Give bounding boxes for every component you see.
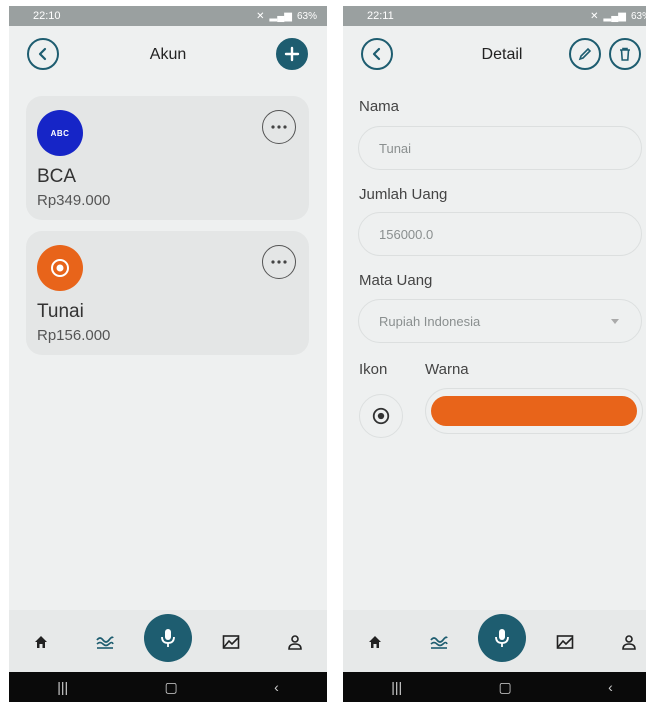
- nav-waves[interactable]: [427, 630, 451, 654]
- name-field[interactable]: Tunai: [358, 126, 642, 170]
- icon-picker[interactable]: [359, 394, 403, 438]
- name-label: Nama: [359, 98, 400, 115]
- chart-icon: [556, 635, 574, 649]
- home-system-button[interactable]: ▢: [499, 679, 512, 696]
- signal-icon: ▂▄▆: [603, 10, 626, 22]
- status-icons: ✕ ▂▄▆ 63%: [256, 11, 317, 22]
- status-time: 22:10: [33, 10, 61, 22]
- edit-button[interactable]: [569, 38, 601, 70]
- home-system-button[interactable]: ▢: [165, 679, 178, 696]
- account-card-tunai[interactable]: Tunai Rp156.000: [26, 231, 309, 355]
- name-value: Tunai: [379, 140, 412, 156]
- recents-button[interactable]: |||: [57, 679, 68, 695]
- color-label: Warna: [425, 361, 469, 378]
- coin-icon: [372, 407, 390, 425]
- nav-home[interactable]: [363, 630, 387, 654]
- account-balance: Rp349.000: [37, 192, 111, 209]
- battery-level: 63%: [630, 10, 646, 22]
- chevron-down-icon: [611, 318, 619, 324]
- currency-select[interactable]: Rupiah Indonesia: [358, 299, 642, 343]
- status-bar: 22:10 ✕ ▂▄▆ 63%: [9, 6, 327, 26]
- system-nav-bar: ||| ▢ ‹: [9, 672, 327, 702]
- amount-field[interactable]: 156000.0: [358, 212, 642, 256]
- ellipsis-icon: [271, 260, 287, 264]
- back-system-button[interactable]: ‹: [274, 679, 279, 695]
- mute-icon: ✕: [590, 10, 599, 22]
- trash-icon: [620, 47, 630, 61]
- battery-level: 63%: [296, 10, 317, 22]
- bottom-nav: [9, 610, 327, 672]
- account-name: BCA: [37, 166, 77, 187]
- delete-button[interactable]: [609, 38, 641, 70]
- status-icons: ✕ ▂▄▆ 63%: [590, 11, 646, 22]
- account-balance: Rp156.000: [37, 327, 111, 344]
- signal-icon: ▂▄▆: [269, 10, 292, 22]
- amount-label: Jumlah Uang: [359, 186, 448, 203]
- back-system-button[interactable]: ‹: [608, 679, 613, 695]
- app-header: Detail: [343, 34, 646, 78]
- accounts-screen: 22:10 ✕ ▂▄▆ 63% Akun ABC BCA Rp349.000 T…: [9, 6, 327, 702]
- chart-icon: [222, 635, 240, 649]
- nav-profile[interactable]: [617, 630, 641, 654]
- coin-icon: [37, 245, 83, 291]
- system-nav-bar: ||| ▢ ‹: [343, 672, 646, 702]
- nav-chart[interactable]: [553, 630, 577, 654]
- currency-value: Rupiah Indonesia: [379, 313, 481, 329]
- account-name: Tunai: [37, 301, 84, 322]
- more-options-button[interactable]: [262, 110, 296, 144]
- bottom-nav: [343, 610, 646, 672]
- nav-chart[interactable]: [219, 630, 243, 654]
- app-header: Akun: [9, 34, 327, 78]
- more-options-button[interactable]: [262, 245, 296, 279]
- home-icon: [35, 636, 47, 648]
- voice-input-button[interactable]: [478, 614, 526, 662]
- plus-icon: [284, 46, 300, 62]
- amount-value: 156000.0: [379, 226, 434, 242]
- add-account-button[interactable]: [276, 38, 308, 70]
- status-time: 22:11: [367, 10, 394, 22]
- waves-icon: [96, 636, 114, 649]
- nav-home[interactable]: [29, 630, 53, 654]
- mic-icon: [161, 629, 175, 647]
- pencil-icon: [578, 47, 592, 61]
- recents-button[interactable]: |||: [391, 679, 402, 695]
- color-picker[interactable]: [425, 388, 643, 434]
- color-swatch: [431, 396, 637, 426]
- voice-input-button[interactable]: [144, 614, 192, 662]
- profile-icon: [288, 635, 302, 650]
- mute-icon: ✕: [256, 10, 265, 22]
- mic-icon: [495, 629, 509, 647]
- bank-logo-text: ABC: [50, 128, 70, 138]
- ellipsis-icon: [271, 125, 287, 129]
- status-bar: 22:11 ✕ ▂▄▆ 63%: [343, 6, 646, 26]
- currency-label: Mata Uang: [359, 272, 433, 289]
- home-icon: [369, 636, 381, 648]
- nav-profile[interactable]: [283, 630, 307, 654]
- waves-icon: [430, 636, 448, 649]
- bank-logo-icon: ABC: [37, 110, 83, 156]
- account-card-bca[interactable]: ABC BCA Rp349.000: [26, 96, 309, 220]
- nav-waves[interactable]: [93, 630, 117, 654]
- icon-label: Ikon: [359, 361, 388, 378]
- detail-screen: 22:11 ✕ ▂▄▆ 63% Detail Nama Tunai Jumlah…: [343, 6, 646, 702]
- profile-icon: [622, 635, 636, 650]
